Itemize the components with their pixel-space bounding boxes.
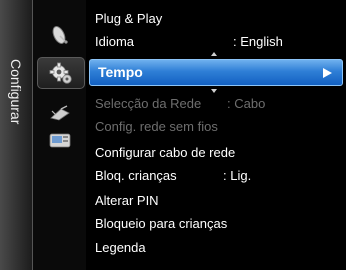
satellite-dish-icon[interactable]: [43, 24, 77, 46]
setup-menu-list: Plug & Play Idioma : English Tempo Selec…: [87, 0, 346, 270]
bloq-criancas-value: : Lig.: [223, 168, 252, 183]
setup-menu-panel: Configurar Plug & Play Idioma: English …: [0, 0, 346, 270]
bloq-criancas-label: Bloq. crianças: [95, 168, 177, 183]
category-label: Configurar: [8, 59, 24, 125]
seleccao-rede-value: : Cabo: [227, 96, 266, 111]
idioma-label: Idioma: [95, 34, 135, 49]
menu-item-legenda[interactable]: Legenda: [95, 237, 146, 259]
alterar-pin-label: Alterar PIN: [95, 193, 159, 208]
menu-item-alterar-pin[interactable]: Alterar PIN: [95, 190, 159, 212]
menu-item-seleccao-rede: Selecção da Rede : Cabo: [95, 93, 335, 115]
application-icon[interactable]: [43, 130, 77, 152]
settings-gear-icon[interactable]: [37, 57, 85, 89]
submenu-arrow-icon: [323, 68, 332, 78]
menu-item-bloqueio-criancas[interactable]: Bloqueio para crianças: [95, 213, 227, 235]
seleccao-rede-label: Selecção da Rede: [95, 96, 202, 111]
menu-item-plug-play[interactable]: Plug & Play: [95, 8, 162, 30]
tempo-label: Tempo: [98, 64, 143, 80]
category-icon-column: [33, 0, 86, 270]
legenda-label: Legenda: [95, 240, 146, 255]
category-tab: Configurar: [0, 0, 33, 270]
configurar-cabo-label: Configurar cabo de rede: [95, 145, 236, 160]
config-rede-sem-fios-label: Config. rede sem fios: [95, 119, 218, 134]
scroll-up-indicator: [211, 52, 217, 56]
menu-item-bloq-criancas[interactable]: Bloq. crianças : Lig.: [95, 165, 335, 187]
menu-item-configurar-cabo[interactable]: Configurar cabo de rede: [95, 142, 235, 164]
input-antenna-icon[interactable]: [43, 102, 77, 124]
menu-item-config-rede-sem-fios: Config. rede sem fios: [95, 116, 218, 138]
menu-item-idioma[interactable]: Idioma : English: [95, 31, 335, 53]
plug-play-label: Plug & Play: [95, 11, 163, 26]
bloqueio-criancas-label: Bloqueio para crianças: [95, 216, 228, 231]
idioma-value: : English: [233, 34, 283, 49]
menu-item-tempo[interactable]: Tempo: [89, 59, 343, 86]
